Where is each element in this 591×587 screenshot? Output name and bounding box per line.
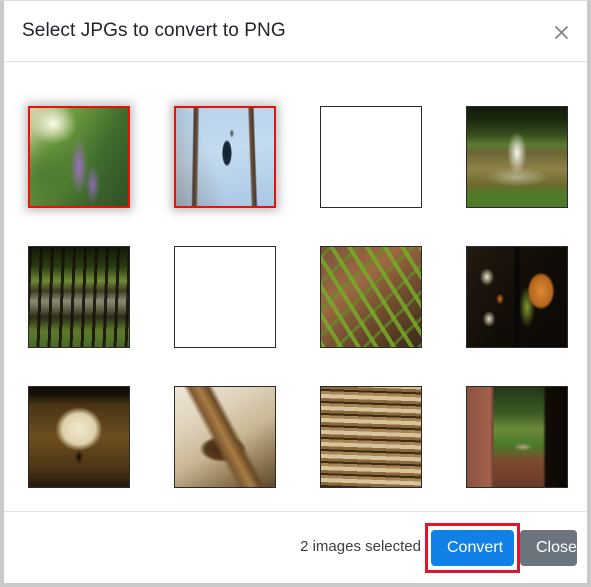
thumbnail-item[interactable] [174,386,276,488]
select-jpgs-dialog: Select JPGs to convert to PNG 2 images s… [0,0,591,587]
thumbnail-image [28,386,130,488]
thumbnail-image [174,386,276,488]
thumbnail-image [28,106,130,208]
thumbnail-item[interactable] [320,386,422,488]
thumbnail-image [466,246,568,348]
thumbnail-item[interactable] [466,106,568,208]
thumbnail-image [174,106,276,208]
thumbnail-image [466,386,568,488]
dialog-body [4,62,587,488]
page-title: Select JPGs to convert to PNG [22,20,286,41]
thumbnail-item[interactable] [320,246,422,348]
thumbnail-item[interactable] [466,386,568,488]
thumbnail-image [174,246,276,348]
thumbnail-grid [28,106,568,488]
close-icon[interactable] [545,16,577,48]
thumbnail-item[interactable] [174,106,276,208]
selected-count-label: 2 images selected [300,538,421,555]
convert-button[interactable]: Convert [431,530,514,566]
thumbnail-image [320,386,422,488]
close-button[interactable]: Close [520,530,577,566]
dialog-header: Select JPGs to convert to PNG [4,1,587,62]
thumbnail-image [320,106,422,208]
thumbnail-image [466,106,568,208]
thumbnail-item[interactable] [28,246,130,348]
thumbnail-item[interactable] [320,106,422,208]
thumbnail-item[interactable] [466,246,568,348]
thumbnail-image [320,246,422,348]
thumbnail-item[interactable] [174,246,276,348]
dialog-footer: 2 images selected Convert Close [4,511,587,583]
thumbnail-item[interactable] [28,106,130,208]
thumbnail-item[interactable] [28,386,130,488]
thumbnail-image [28,246,130,348]
